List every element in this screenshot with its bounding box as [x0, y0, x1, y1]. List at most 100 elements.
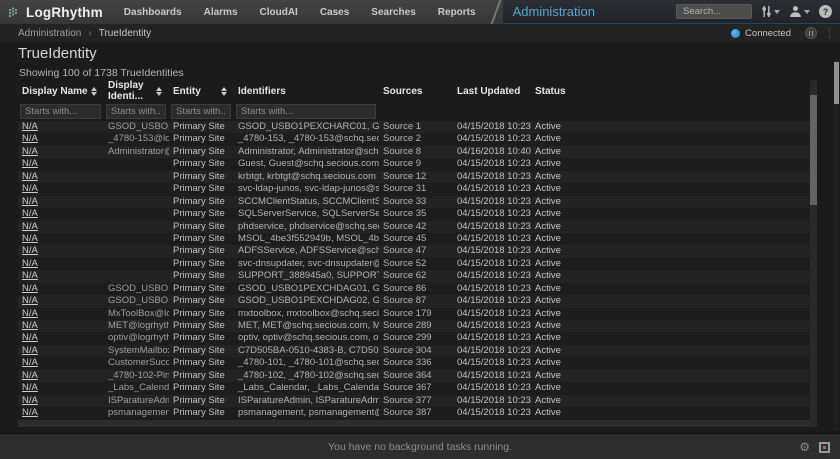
column-header-entity[interactable]: Entity [169, 80, 234, 102]
table-row[interactable]: N/APrimary Sitephdservice, phdservice@sc… [18, 221, 810, 233]
cell-display_identifier: _4780-153@logrh... [104, 133, 169, 145]
cell-display_name: N/A [18, 320, 104, 332]
column-header-display-name[interactable]: Display Name [18, 80, 104, 102]
global-search-input[interactable] [676, 4, 752, 19]
table-row[interactable]: N/Aoptiv@logrhythm...Primary Siteoptiv, … [18, 332, 810, 344]
table-row[interactable]: N/A_4780-153@logrh...Primary Site_4780-1… [18, 133, 810, 145]
table-row[interactable]: N/APrimary Sitekrbtgt, krbtgt@schq.secio… [18, 171, 810, 183]
table-vertical-scrollbar[interactable] [810, 80, 817, 427]
cell-last_updated: 04/15/2018 10:23:03 pm [453, 382, 531, 394]
filter-display-identifier-input[interactable] [106, 104, 166, 119]
table-row[interactable]: N/AAdministrator@lo...Primary SiteAdmini… [18, 146, 810, 158]
table-row[interactable]: N/APrimary Sitesvc-dnsupdater, svc-dnsup… [18, 258, 810, 270]
table-row[interactable]: N/APrimary SiteADFSService, ADFSService@… [18, 245, 810, 257]
filter-sliders-menu-button[interactable] [761, 5, 780, 18]
cell-sources: Source 52 [379, 258, 453, 270]
connection-area: Connected [731, 27, 830, 39]
table-row[interactable]: N/A_4780-102-Ping@...Primary Site_4780-1… [18, 370, 810, 382]
identity-detail-link[interactable]: N/A [22, 395, 38, 406]
scrollbar-thumb[interactable] [834, 62, 839, 104]
identity-detail-link[interactable]: N/A [22, 308, 38, 319]
identity-detail-link[interactable]: N/A [22, 382, 38, 393]
user-menu-button[interactable] [789, 5, 810, 18]
identity-detail-link[interactable]: N/A [22, 407, 38, 418]
identity-detail-link[interactable]: N/A [22, 208, 38, 219]
identity-detail-link[interactable]: N/A [22, 196, 38, 207]
column-label: Entity [173, 86, 201, 97]
background-tasks-icon[interactable] [819, 442, 830, 453]
column-header-identifiers[interactable]: Identifiers [234, 80, 379, 102]
identity-detail-link[interactable]: N/A [22, 158, 38, 169]
table-row[interactable]: N/APrimary Sitesvc-ldap-junos, svc-ldap-… [18, 183, 810, 195]
column-header-sources[interactable]: Sources [379, 80, 453, 102]
identity-detail-link[interactable]: N/A [22, 283, 38, 294]
identity-detail-link[interactable]: N/A [22, 357, 38, 368]
cell-identifiers: _4780-101, _4780-101@schq.secious.com, C… [234, 357, 379, 369]
nav-item-reports[interactable]: Reports [427, 0, 487, 24]
scrollbar-thumb[interactable] [810, 95, 817, 205]
table-row[interactable]: N/AGSOD_USBO1PEX...Primary SiteGSOD_USBO… [18, 121, 810, 133]
identity-detail-link[interactable]: N/A [22, 146, 38, 157]
table-row[interactable]: N/APrimary SiteSQLServerService, SQLServ… [18, 208, 810, 220]
identity-detail-link[interactable]: N/A [22, 133, 38, 144]
table-row[interactable]: N/APrimary SiteGuest, Guest@schq.secious… [18, 158, 810, 170]
identity-detail-link[interactable]: N/A [22, 345, 38, 356]
gear-icon[interactable]: ⚙ [799, 441, 810, 453]
table-row[interactable]: N/A_Labs_Calendar@...Primary Site_Labs_C… [18, 382, 810, 394]
table-row[interactable]: N/AISParatureAdmin...Primary SiteISParat… [18, 395, 810, 407]
column-header-last-updated[interactable]: Last Updated [453, 80, 531, 102]
column-header-status[interactable]: Status [531, 80, 810, 102]
table-row[interactable]: N/ACustomerSuccess...Primary Site_4780-1… [18, 357, 810, 369]
table-row[interactable]: N/APrimary SiteSUPPORT_388945a0, SUPPORT… [18, 270, 810, 282]
nav-item-searches[interactable]: Searches [360, 0, 426, 24]
table-row[interactable]: N/AGSOD_USBO1PEX...Primary SiteGSOD_USBO… [18, 295, 810, 307]
cell-display_name: N/A [18, 196, 104, 208]
identity-detail-link[interactable]: N/A [22, 121, 38, 132]
breadcrumb-administration[interactable]: Administration [18, 28, 81, 39]
nav-item-dashboards[interactable]: Dashboards [113, 0, 193, 24]
pause-updates-button[interactable] [805, 27, 817, 39]
identity-detail-link[interactable]: N/A [22, 370, 38, 381]
table-row[interactable]: N/APrimary SiteMSOL_4be3f552949b, MSOL_4… [18, 233, 810, 245]
table-row[interactable]: N/AGSOD_USBO1PEX...Primary SiteGSOD_USBO… [18, 283, 810, 295]
identity-detail-link[interactable]: N/A [22, 183, 38, 194]
nav-item-administration-active[interactable]: Administration [513, 4, 595, 19]
identity-detail-link[interactable]: N/A [22, 270, 38, 281]
cell-display_identifier: MxToolBox@logr... [104, 308, 169, 320]
nav-item-alarms[interactable]: Alarms [193, 0, 249, 24]
filter-identifiers-input[interactable] [236, 104, 376, 119]
cell-status: Active [531, 370, 810, 382]
cell-status: Active [531, 196, 810, 208]
filter-entity-input[interactable] [171, 104, 231, 119]
table-row[interactable]: N/AMxToolBox@logr...Primary Sitemxtoolbo… [18, 308, 810, 320]
table-row[interactable]: N/APrimary SiteSCCMClientStatus, SCCMCli… [18, 196, 810, 208]
help-icon[interactable]: ? [819, 5, 832, 18]
identity-detail-link[interactable]: N/A [22, 221, 38, 232]
identity-detail-link[interactable]: N/A [22, 332, 38, 343]
cell-status: Active [531, 332, 810, 344]
filter-display-name-input[interactable] [20, 104, 101, 119]
cell-status: Active [531, 183, 810, 195]
page-scrollbar[interactable] [834, 58, 839, 431]
identity-detail-link[interactable]: N/A [22, 320, 38, 331]
table-row[interactable]: N/ASystemMailbox{C...Primary SiteC7D505B… [18, 345, 810, 357]
identity-detail-link[interactable]: N/A [22, 171, 38, 182]
results-summary: Showing 100 of 1738 TrueIdentities [19, 67, 184, 79]
cell-entity: Primary Site [169, 121, 234, 133]
cell-display_identifier [104, 270, 169, 282]
identity-detail-link[interactable]: N/A [22, 245, 38, 256]
horizontal-scrollbar[interactable] [18, 420, 810, 427]
cell-display_name: N/A [18, 308, 104, 320]
cell-status: Active [531, 295, 810, 307]
app-window: LogRhythm Dashboards Alarms CloudAI Case… [0, 0, 840, 459]
table-row[interactable]: N/Apsmanagement@...Primary Sitepsmanagem… [18, 407, 810, 419]
identity-detail-link[interactable]: N/A [22, 295, 38, 306]
nav-item-cloudai[interactable]: CloudAI [249, 0, 309, 24]
table-row[interactable]: N/AMET@logrhythm....Primary SiteMET, MET… [18, 320, 810, 332]
identity-detail-link[interactable]: N/A [22, 258, 38, 269]
nav-item-cases[interactable]: Cases [309, 0, 360, 24]
cell-display_identifier [104, 221, 169, 233]
identity-detail-link[interactable]: N/A [22, 233, 38, 244]
logrhythm-logo[interactable]: LogRhythm [0, 0, 113, 24]
column-header-display-identifier[interactable]: Display Identi... [104, 80, 169, 102]
